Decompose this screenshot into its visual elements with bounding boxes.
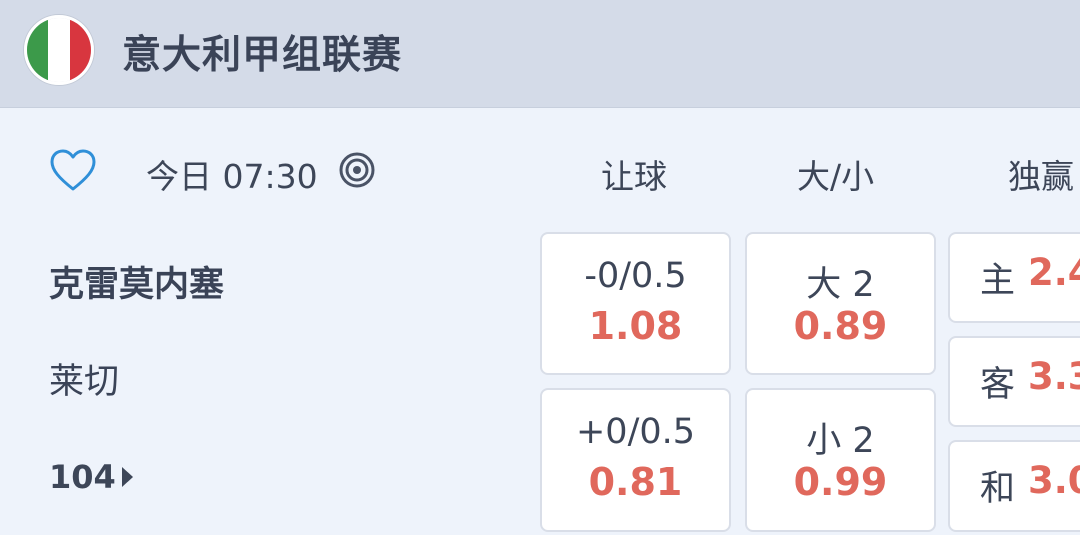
flag-stripe-green xyxy=(27,18,49,82)
handicap-away-button[interactable]: +0/0.5 0.81 xyxy=(540,388,731,532)
more-markets-link[interactable]: 104 xyxy=(49,458,133,496)
match-result-label: 客 xyxy=(980,365,1016,405)
over-under-line: 大 2 xyxy=(806,265,875,305)
match-time: 今日 07:30 xyxy=(146,157,318,196)
match-result-label: 和 xyxy=(980,469,1016,509)
handicap-price: 1.08 xyxy=(588,304,683,348)
home-team-name: 克雷莫内塞 xyxy=(49,265,225,305)
under-button[interactable]: 小 2 0.99 xyxy=(745,388,936,532)
target-icon[interactable] xyxy=(338,151,376,189)
heart-icon[interactable] xyxy=(49,147,97,195)
match-result-away-button[interactable]: 客 3.3 xyxy=(948,336,1080,427)
handicap-price: 0.81 xyxy=(588,460,683,504)
league-header[interactable]: 意大利甲组联赛 xyxy=(0,0,1080,108)
handicap-line: +0/0.5 xyxy=(575,412,696,452)
over-under-price: 0.89 xyxy=(793,304,888,348)
column-header-over-under: 大/小 xyxy=(797,157,875,196)
league-title: 意大利甲组联赛 xyxy=(122,33,403,78)
match-result-draw-button[interactable]: 和 3.0 xyxy=(948,440,1080,532)
column-header-handicap: 让球 xyxy=(601,157,667,196)
match-result-home-button[interactable]: 主 2.4 xyxy=(948,232,1080,323)
more-markets-count: 104 xyxy=(49,458,116,496)
flag-stripe-white xyxy=(48,18,70,82)
triangle-right-icon xyxy=(121,467,133,487)
italy-flag-icon xyxy=(24,15,94,85)
match-result-price: 3.3 xyxy=(1028,355,1080,398)
over-under-line: 小 2 xyxy=(806,421,875,461)
over-under-price: 0.99 xyxy=(793,460,888,504)
handicap-home-button[interactable]: -0/0.5 1.08 xyxy=(540,232,731,375)
handicap-line: -0/0.5 xyxy=(584,256,687,296)
match-result-price: 2.4 xyxy=(1028,251,1080,294)
column-header-match-result: 独赢 xyxy=(1008,157,1074,196)
flag-stripe-red xyxy=(69,18,91,82)
over-button[interactable]: 大 2 0.89 xyxy=(745,232,936,375)
match-card: 今日 07:30 让球 大/小 独赢 克雷莫内塞 莱切 104 -0/0.5 1… xyxy=(0,108,1080,535)
away-team-name: 莱切 xyxy=(49,362,120,402)
match-result-price: 3.0 xyxy=(1028,459,1080,502)
match-result-label: 主 xyxy=(980,261,1016,301)
